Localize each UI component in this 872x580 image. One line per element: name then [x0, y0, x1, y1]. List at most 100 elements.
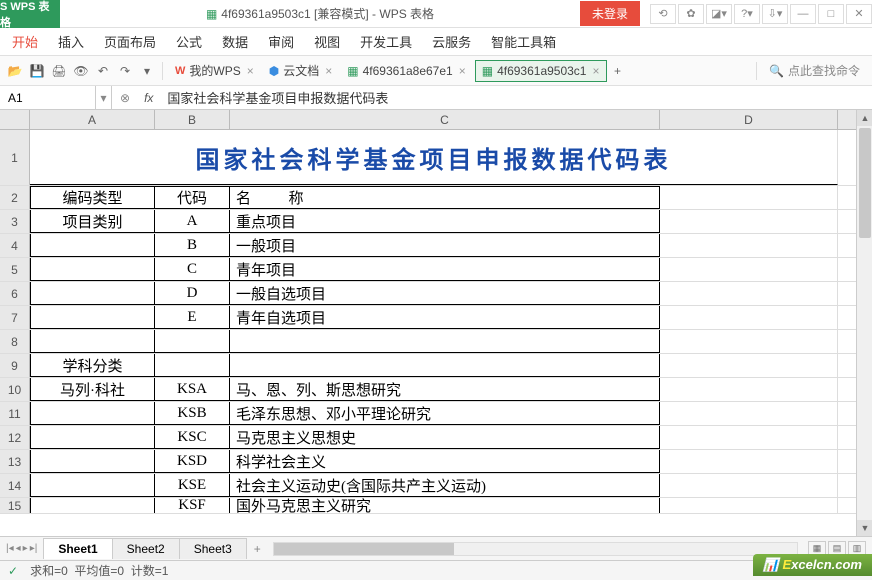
cell[interactable]: 一般自选项目: [230, 282, 660, 305]
login-button[interactable]: 未登录: [580, 1, 640, 26]
cell[interactable]: [30, 234, 155, 257]
cell[interactable]: [30, 498, 155, 513]
row-header[interactable]: 9: [0, 354, 30, 377]
cell[interactable]: [660, 354, 838, 377]
spreadsheet-grid[interactable]: A B C D 1 国家社会科学基金项目申报数据代码表 2 编码类型 代码 名 …: [0, 110, 872, 536]
cell[interactable]: 学科分类: [30, 354, 155, 377]
cell[interactable]: [660, 498, 838, 513]
menu-formula[interactable]: 公式: [176, 32, 202, 51]
cell[interactable]: 马克思主义思想史: [230, 426, 660, 449]
cell[interactable]: [660, 306, 838, 329]
cell[interactable]: 项目类别: [30, 210, 155, 233]
cell[interactable]: 一般项目: [230, 234, 660, 257]
row-header[interactable]: 7: [0, 306, 30, 329]
col-header-c[interactable]: C: [230, 110, 660, 129]
cell[interactable]: [30, 426, 155, 449]
cell[interactable]: [30, 282, 155, 305]
cell[interactable]: [660, 234, 838, 257]
cell[interactable]: D: [155, 282, 230, 305]
cell[interactable]: [660, 378, 838, 401]
cell[interactable]: [30, 402, 155, 425]
sync-button[interactable]: ⟲: [650, 4, 676, 24]
cell[interactable]: 代码: [155, 186, 230, 209]
row-header[interactable]: 14: [0, 474, 30, 497]
cell[interactable]: 马、恩、列、斯思想研究: [230, 378, 660, 401]
cell[interactable]: E: [155, 306, 230, 329]
menu-start[interactable]: 开始: [12, 32, 38, 51]
sheet-tab-1[interactable]: Sheet1: [43, 538, 112, 559]
cell[interactable]: 重点项目: [230, 210, 660, 233]
row-header[interactable]: 13: [0, 450, 30, 473]
cell[interactable]: [230, 354, 660, 377]
col-header-d[interactable]: D: [660, 110, 838, 129]
cell[interactable]: [30, 450, 155, 473]
cell[interactable]: 毛泽东思想、邓小平理论研究: [230, 402, 660, 425]
undo-icon[interactable]: ↶: [94, 62, 112, 80]
help-button[interactable]: ?▾: [734, 4, 760, 24]
scroll-up-button[interactable]: ▲: [857, 110, 872, 126]
cell[interactable]: [660, 330, 838, 353]
close-icon[interactable]: ×: [592, 64, 599, 78]
row-header[interactable]: 4: [0, 234, 30, 257]
print-icon[interactable]: 🖨: [50, 62, 68, 80]
command-search[interactable]: 🔍 点此查找命令: [763, 62, 866, 79]
cancel-icon[interactable]: ⊗: [120, 91, 130, 105]
next-sheet-button[interactable]: ▸: [23, 543, 28, 554]
cell[interactable]: [660, 426, 838, 449]
cell[interactable]: [660, 282, 838, 305]
cell[interactable]: [660, 450, 838, 473]
doctab-cloud[interactable]: ⬢ 云文档 ×: [263, 59, 340, 82]
cell[interactable]: 青年自选项目: [230, 306, 660, 329]
cell[interactable]: [660, 186, 838, 209]
row-header[interactable]: 5: [0, 258, 30, 281]
row-header[interactable]: 12: [0, 426, 30, 449]
cell[interactable]: 马列·科社: [30, 378, 155, 401]
cell[interactable]: [30, 258, 155, 281]
sheet-tab-2[interactable]: Sheet2: [112, 538, 180, 559]
menu-insert[interactable]: 插入: [58, 32, 84, 51]
preview-icon[interactable]: 👁: [72, 62, 90, 80]
settings-button[interactable]: ✿: [678, 4, 704, 24]
redo-icon[interactable]: ↷: [116, 62, 134, 80]
first-sheet-button[interactable]: |◂: [6, 543, 14, 554]
cell[interactable]: [155, 330, 230, 353]
maximize-button[interactable]: □: [818, 4, 844, 24]
menu-view[interactable]: 视图: [314, 32, 340, 51]
download-button[interactable]: ⇩▾: [762, 4, 788, 24]
fx-button[interactable]: fx: [138, 91, 159, 105]
row-header[interactable]: 2: [0, 186, 30, 209]
cell[interactable]: 国外马克思主义研究: [230, 498, 660, 513]
scroll-thumb[interactable]: [274, 543, 454, 555]
save-icon[interactable]: 💾: [28, 62, 46, 80]
cell[interactable]: [30, 306, 155, 329]
close-button[interactable]: ✕: [846, 4, 872, 24]
row-header[interactable]: 6: [0, 282, 30, 305]
formula-input[interactable]: 国家社会科学基金项目申报数据代码表: [159, 88, 872, 107]
cell[interactable]: [30, 330, 155, 353]
dropdown-icon[interactable]: ▾: [138, 62, 156, 80]
cell[interactable]: KSF: [155, 498, 230, 513]
cell[interactable]: KSE: [155, 474, 230, 497]
cell[interactable]: 科学社会主义: [230, 450, 660, 473]
close-icon[interactable]: ×: [247, 64, 254, 78]
cell[interactable]: 名 称: [230, 186, 660, 209]
cell[interactable]: KSB: [155, 402, 230, 425]
menu-smarttools[interactable]: 智能工具箱: [491, 32, 556, 51]
cell[interactable]: [660, 402, 838, 425]
col-header-b[interactable]: B: [155, 110, 230, 129]
cell[interactable]: KSC: [155, 426, 230, 449]
doctab-mywps[interactable]: W 我的WPS ×: [169, 59, 261, 82]
add-tab-button[interactable]: +: [609, 62, 627, 80]
col-header-a[interactable]: A: [30, 110, 155, 129]
select-all-corner[interactable]: [0, 110, 30, 129]
prev-sheet-button[interactable]: ◂: [16, 543, 21, 554]
scroll-thumb[interactable]: [859, 128, 871, 238]
horizontal-scrollbar[interactable]: [273, 542, 798, 556]
close-icon[interactable]: ×: [325, 64, 332, 78]
menu-devtools[interactable]: 开发工具: [360, 32, 412, 51]
cell[interactable]: 社会主义运动史(含国际共产主义运动): [230, 474, 660, 497]
cell[interactable]: C: [155, 258, 230, 281]
row-header[interactable]: 10: [0, 378, 30, 401]
cell[interactable]: A: [155, 210, 230, 233]
scroll-down-button[interactable]: ▼: [857, 520, 872, 536]
